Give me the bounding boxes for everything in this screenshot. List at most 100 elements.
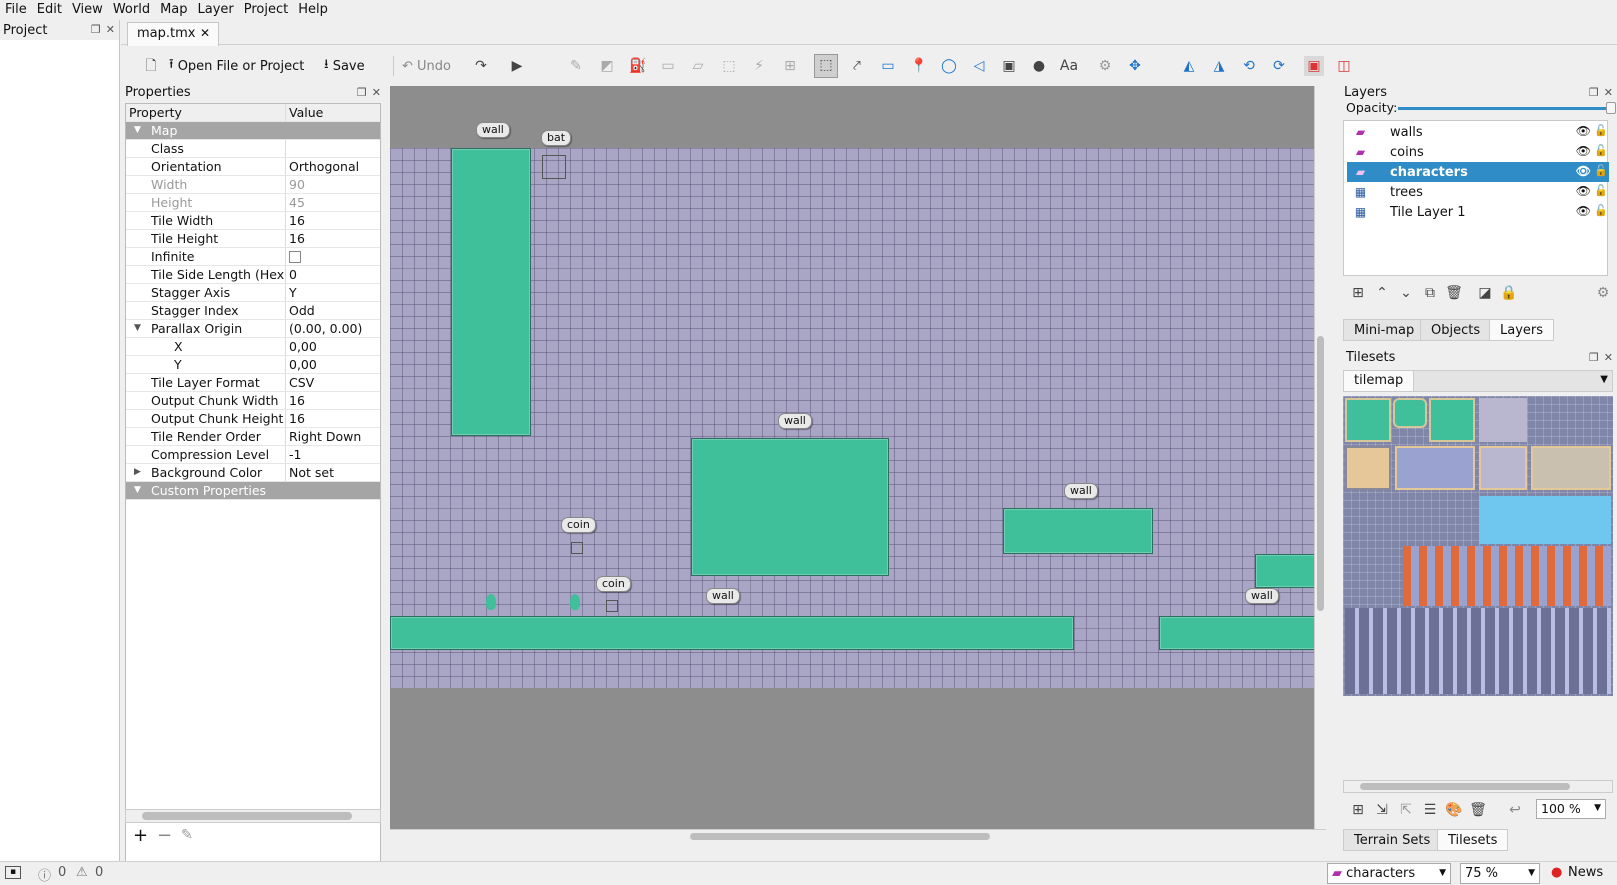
tile-swatch[interactable] [1345, 608, 1611, 694]
prop-row[interactable]: ▼ Parallax Origin (0.00, 0.00) [126, 320, 380, 338]
tile-swatch[interactable] [1479, 446, 1527, 490]
visibility-icon[interactable]: 👁 [1576, 144, 1591, 158]
tab-terrain-sets[interactable]: Terrain Sets [1343, 829, 1442, 851]
prop-row[interactable]: Orientation Orthogonal [126, 158, 380, 176]
tile-swatch[interactable] [1403, 546, 1611, 606]
tab-tilemap[interactable]: tilemap [1344, 371, 1415, 391]
chevron-down-icon[interactable]: ▼ [1600, 374, 1608, 385]
visibility-icon[interactable]: 👁 [1576, 184, 1591, 198]
add-property-icon[interactable]: + [133, 825, 148, 846]
tile-swatch[interactable] [1531, 446, 1611, 490]
prop-value[interactable]: 16 [286, 212, 380, 229]
coin-object[interactable] [571, 542, 583, 554]
menu-help[interactable]: Help [293, 0, 333, 20]
new-tileset-icon[interactable]: ⊞ [1348, 800, 1368, 820]
open-button[interactable]: ⭱ Open File or Project [169, 55, 304, 77]
console-icon[interactable]: ▪ [5, 866, 21, 879]
prop-row[interactable]: Tile Render Order Right Down [126, 428, 380, 446]
layer-item-tile-layer-1[interactable]: ▦ Tile Layer 1 👁 🔓 [1347, 202, 1609, 222]
embed-tileset-icon[interactable]: ⇲ [1372, 800, 1392, 820]
tile-swatch[interactable] [1429, 398, 1475, 442]
close-tab-icon[interactable]: ✕ [200, 26, 210, 40]
wall-object[interactable] [691, 438, 889, 576]
prop-row[interactable]: Tile Layer Format CSV [126, 374, 380, 392]
world-tool-icon[interactable]: ⚙ [1095, 56, 1115, 76]
prop-row[interactable]: Output Chunk Width 16 [126, 392, 380, 410]
save-button[interactable]: ⭳ Save [324, 55, 365, 77]
magic-wand-icon[interactable]: ⚡ [749, 56, 769, 76]
float-icon[interactable]: ❐ [91, 23, 101, 36]
same-tile-select-icon[interactable]: ⊞ [780, 56, 800, 76]
prop-value[interactable]: 16 [286, 230, 380, 247]
news-button[interactable]: News [1568, 865, 1603, 880]
prop-row[interactable]: Stagger Axis Y [126, 284, 380, 302]
prop-row[interactable]: Compression Level -1 [126, 446, 380, 464]
close-icon[interactable]: ✕ [1604, 86, 1613, 99]
flip-horizontal-icon[interactable]: ◭ [1179, 56, 1199, 76]
float-icon[interactable]: ❐ [1589, 351, 1599, 364]
new-file-icon[interactable]: 🗋 [141, 56, 161, 76]
scroll-thumb[interactable] [142, 812, 352, 820]
wall-object[interactable] [390, 616, 1074, 650]
tab-layers[interactable]: Layers [1489, 319, 1555, 341]
rotate-left-icon[interactable]: ⟲ [1239, 56, 1259, 76]
tile-swatch[interactable] [1345, 398, 1391, 442]
slider-handle[interactable] [1606, 102, 1616, 114]
wall-object[interactable] [1159, 616, 1322, 650]
edit-tileset-icon[interactable]: 🎨 [1444, 800, 1464, 820]
close-icon[interactable]: ✕ [372, 86, 381, 99]
delete-layer-icon[interactable]: 🗑 [1444, 283, 1464, 303]
current-layer-select[interactable]: ▰ characters ▼ [1327, 863, 1451, 884]
map-canvas[interactable]: wall bat wall wall coin coin wall wall [390, 86, 1326, 843]
prop-row[interactable]: Y 0,00 [126, 356, 380, 374]
tileset-hscroll[interactable] [1343, 780, 1613, 793]
lock-icon[interactable]: 🔓 [1594, 144, 1608, 157]
menu-file[interactable]: File [0, 0, 32, 20]
prop-value[interactable]: Right Down [286, 428, 380, 445]
infinite-checkbox[interactable] [289, 251, 301, 263]
prop-value[interactable]: 0,00 [286, 356, 380, 373]
prop-value[interactable]: -1 [286, 446, 380, 463]
tile-swatch[interactable] [1479, 496, 1611, 544]
layer-options-icon[interactable]: ⚙ [1593, 283, 1613, 303]
collapse-icon[interactable]: ▼ [134, 122, 141, 139]
new-layer-icon[interactable]: ⊞ [1348, 283, 1368, 303]
float-icon[interactable]: ❐ [357, 86, 367, 99]
lower-layer-icon[interactable]: ⌄ [1396, 283, 1416, 303]
tile-swatch[interactable] [1393, 398, 1427, 428]
play-icon[interactable]: ▶ [507, 56, 527, 76]
prop-value[interactable]: 16 [286, 392, 380, 409]
undo-button[interactable]: ↶ Undo [402, 55, 451, 77]
layer-item-walls[interactable]: ▰ walls 👁 🔓 [1347, 122, 1609, 142]
show-other-layers-icon[interactable]: ◪ [1475, 283, 1495, 303]
insert-text-icon[interactable]: Aa [1059, 56, 1079, 76]
visibility-icon[interactable]: 👁 [1576, 124, 1591, 138]
error-icon[interactable]: ⓘ [38, 865, 51, 884]
prop-value[interactable]: Not set [286, 464, 380, 481]
move-icon[interactable]: ✥ [1125, 56, 1145, 76]
insert-rectangle-icon[interactable]: ▭ [878, 56, 898, 76]
tab-minimap[interactable]: Mini-map [1343, 319, 1426, 341]
warning-icon[interactable]: ⚠ [76, 865, 88, 880]
prop-row[interactable]: Infinite [126, 248, 380, 266]
rect-select-icon[interactable]: ⬚ [719, 56, 739, 76]
prop-value[interactable]: Odd [286, 302, 380, 319]
layer-item-trees[interactable]: ▦ trees 👁 🔓 [1347, 182, 1609, 202]
edit-polygons-icon[interactable]: ⤤ [847, 56, 867, 76]
wall-object[interactable] [451, 148, 531, 436]
prop-value[interactable]: Orthogonal [286, 158, 380, 175]
lock-icon[interactable]: 🔓 [1594, 204, 1608, 217]
prop-value[interactable]: (0.00, 0.00) [286, 320, 380, 337]
prop-row[interactable]: X 0,00 [126, 338, 380, 356]
menu-world[interactable]: World [108, 0, 155, 20]
scroll-thumb[interactable] [1317, 336, 1324, 611]
prop-value[interactable]: 16 [286, 410, 380, 427]
prop-row[interactable]: Class [126, 140, 380, 158]
insert-template-icon[interactable]: ● [1029, 56, 1049, 76]
insert-point-icon[interactable]: 📍 [909, 56, 929, 76]
wall-object[interactable] [1003, 508, 1153, 554]
terrain-brush-icon[interactable]: ◩ [597, 56, 617, 76]
prop-row[interactable]: Stagger Index Odd [126, 302, 380, 320]
redo-icon[interactable]: ↷ [471, 56, 491, 76]
tileset-view[interactable] [1343, 396, 1613, 696]
